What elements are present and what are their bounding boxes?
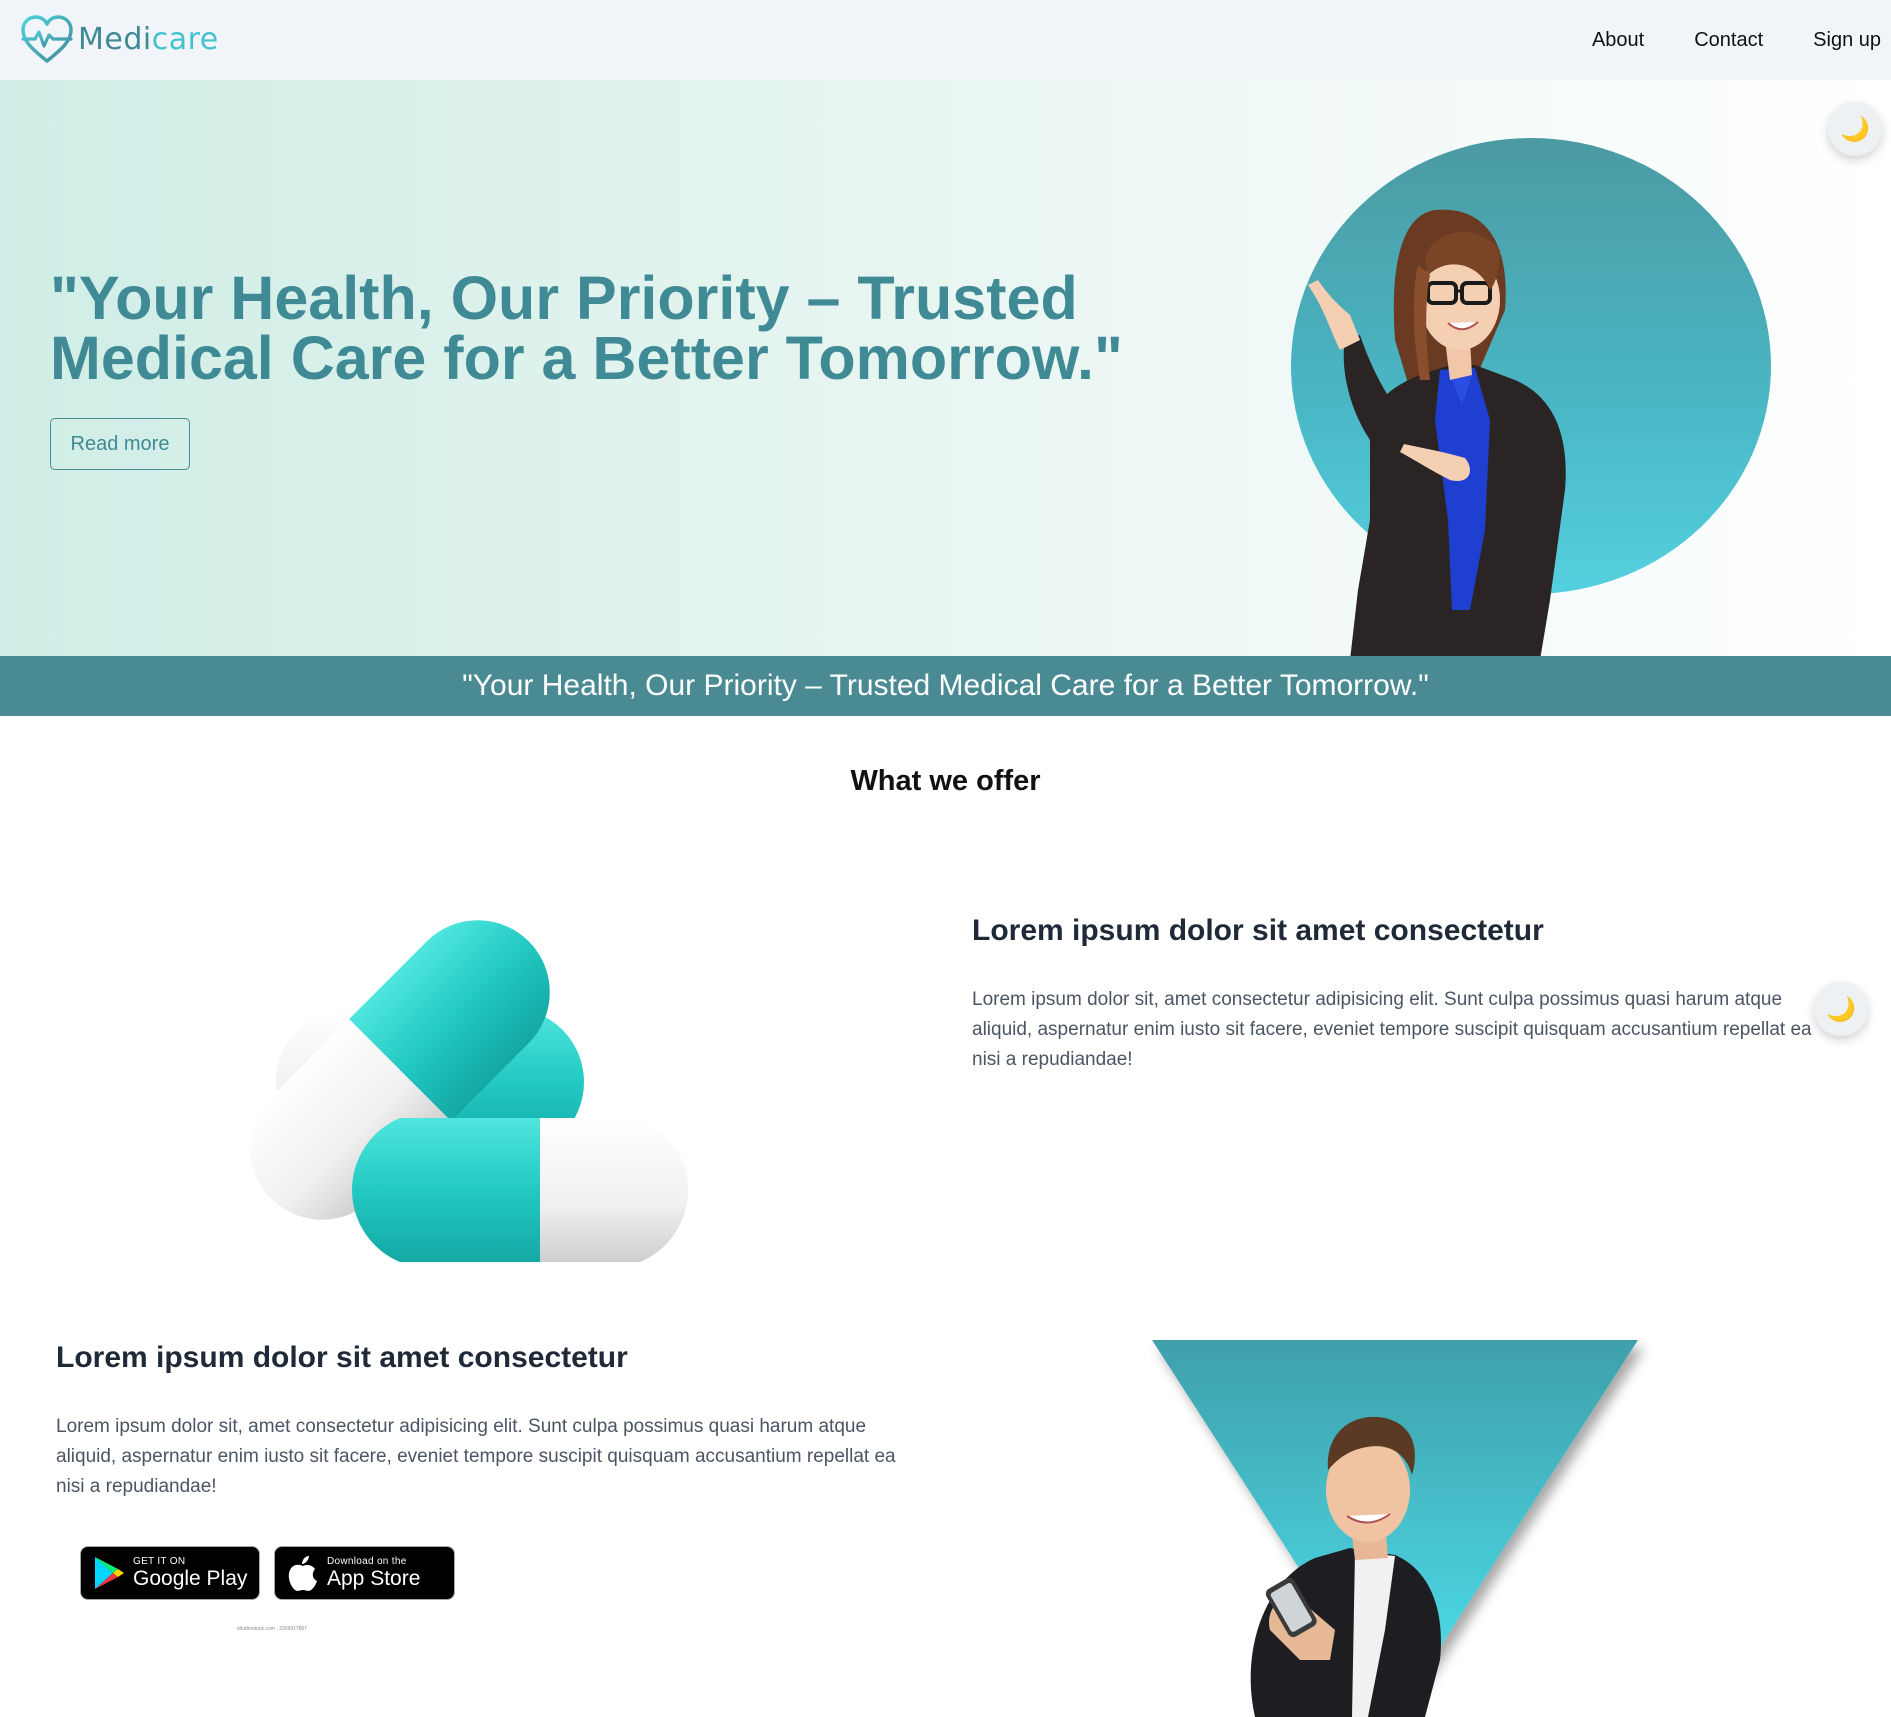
hero-title: "Your Health, Our Priority – Trusted Med… — [50, 264, 1123, 392]
feature-1-text: Lorem ipsum dolor sit, amet consectetur … — [972, 989, 1812, 1070]
nav-about-link[interactable]: About — [1567, 29, 1669, 52]
theme-toggle-button-secondary[interactable]: 🌙 — [1814, 982, 1868, 1036]
moon-icon: 🌙 — [1840, 115, 1870, 143]
nav-contact-link[interactable]: Contact — [1669, 29, 1788, 52]
nav-links: About Contact Sign up — [1567, 29, 1881, 52]
nav-signup-link[interactable]: Sign up — [1788, 29, 1881, 52]
apple-icon — [288, 1556, 317, 1591]
brand-name-part2: care — [151, 22, 219, 57]
capsules-image — [250, 920, 688, 1262]
brand-name-part1: Medi — [78, 22, 152, 57]
banner-text: "Your Health, Our Priority – Trusted Med… — [462, 669, 1429, 702]
brand-name: Medicare — [78, 25, 219, 55]
google-play-small-text: GET IT ON — [133, 1556, 186, 1567]
tagline-banner: "Your Health, Our Priority – Trusted Med… — [0, 656, 1891, 716]
hero-section: "Your Health, Our Priority – Trusted Med… — [0, 80, 1891, 656]
google-play-button[interactable]: GET IT ON Google Play — [80, 1546, 260, 1600]
man-with-phone-image — [1152, 1340, 1638, 1717]
image-credit: shutterstock.com · 2209917807 — [237, 1626, 308, 1632]
read-more-button[interactable]: Read more — [50, 418, 190, 470]
google-play-icon — [95, 1557, 124, 1589]
navbar: Medicare About Contact Sign up — [0, 0, 1891, 80]
feature-2-heading: Lorem ipsum dolor sit amet consectetur — [56, 1341, 628, 1374]
theme-toggle-button[interactable]: 🌙 — [1828, 102, 1882, 156]
moon-icon: 🌙 — [1826, 995, 1856, 1023]
heart-pulse-icon — [21, 15, 73, 63]
hero-woman-image — [1308, 209, 1566, 656]
brand-logo[interactable]: Medicare — [20, 10, 219, 70]
feature-2-text: Lorem ipsum dolor sit, amet consectetur … — [56, 1416, 896, 1497]
app-store-big-text: App Store — [327, 1567, 421, 1590]
app-store-button[interactable]: Download on the App Store — [274, 1546, 455, 1600]
offer-section-title: What we offer — [850, 765, 1041, 797]
google-play-big-text: Google Play — [133, 1567, 248, 1590]
app-store-small-text: Download on the — [327, 1556, 407, 1567]
feature-1-heading: Lorem ipsum dolor sit amet consectetur — [972, 914, 1544, 947]
